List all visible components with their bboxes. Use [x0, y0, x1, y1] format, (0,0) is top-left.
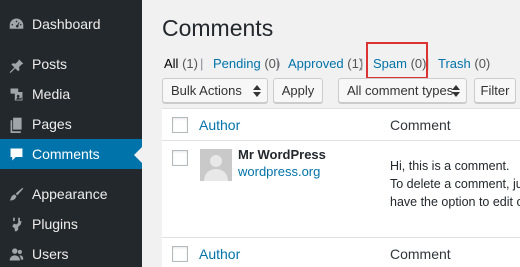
filter-button[interactable]: Filter	[474, 78, 516, 103]
sidebar-item-posts[interactable]: Posts	[0, 49, 142, 79]
default-avatar-icon	[200, 149, 232, 181]
author-column-header[interactable]: Author	[199, 117, 240, 133]
bulk-actions-value: Bulk Actions	[171, 83, 242, 98]
sidebar-item-label: Posts	[32, 56, 68, 72]
sidebar-item-label: Users	[32, 246, 69, 262]
table-row: Mr WordPress wordpress.org Hi, this is a…	[162, 142, 520, 237]
comment-column-header: Comment	[390, 117, 451, 133]
pin-icon	[9, 57, 24, 73]
admin-sidebar: Dashboard Posts Media Pages Comments App…	[0, 0, 142, 267]
filter-all[interactable]: All (1)	[164, 57, 198, 71]
sidebar-item-label: Comments	[32, 146, 100, 162]
sidebar-item-media[interactable]: Media	[0, 79, 142, 109]
filter-pending-label: Pending	[213, 56, 261, 71]
select-arrows-icon	[253, 85, 261, 97]
table-header: Author Comment	[162, 109, 520, 141]
row-checkbox[interactable]	[172, 150, 188, 166]
author-url-link[interactable]: wordpress.org	[238, 164, 320, 179]
comment-bubble-icon	[10, 148, 23, 161]
table-footer: Author Comment	[162, 237, 520, 267]
filter-trash[interactable]: Trash (0)	[438, 57, 490, 71]
sidebar-item-plugins[interactable]: Plugins	[0, 209, 142, 239]
select-all-checkbox-footer[interactable]	[172, 246, 188, 262]
filter-separator: |	[200, 56, 204, 71]
apply-button[interactable]: Apply	[273, 78, 323, 103]
sidebar-item-label: Appearance	[32, 186, 108, 202]
author-column-footer[interactable]: Author	[199, 246, 240, 262]
filter-approved[interactable]: Approved (1)	[288, 57, 363, 71]
sidebar-item-label: Plugins	[32, 216, 78, 232]
media-icon	[10, 88, 23, 101]
sidebar-item-label: Dashboard	[32, 16, 101, 32]
page-title: Comments	[162, 15, 274, 41]
comments-table: Author Comment Mr WordPress wordpress.or…	[162, 108, 520, 267]
sidebar-item-label: Media	[32, 86, 71, 102]
paintbrush-icon	[9, 187, 24, 201]
comment-text: To delete a comment, ju	[390, 177, 520, 191]
sidebar-item-pages[interactable]: Pages	[0, 109, 142, 139]
comment-text: have the option to edit o	[390, 195, 520, 209]
plugin-icon	[12, 217, 22, 232]
filter-separator: |	[276, 56, 280, 71]
filter-all-count: (1)	[182, 56, 198, 71]
filter-pending[interactable]: Pending (0)	[213, 57, 280, 71]
sidebar-item-comments[interactable]: Comments	[0, 139, 142, 169]
comment-column-footer: Comment	[390, 246, 451, 262]
dashboard-icon	[9, 18, 24, 29]
filter-trash-label: Trash	[438, 56, 471, 71]
sidebar-item-appearance[interactable]: Appearance	[0, 179, 142, 209]
author-name: Mr WordPress	[238, 147, 326, 162]
filter-separator: |	[360, 56, 364, 71]
avatar	[200, 149, 232, 181]
select-all-checkbox[interactable]	[172, 117, 188, 133]
comment-text: Hi, this is a comment.	[390, 159, 510, 173]
sidebar-item-dashboard[interactable]: Dashboard	[0, 9, 142, 39]
filter-all-label: All	[164, 56, 179, 71]
filter-trash-count: (0)	[474, 56, 491, 71]
sidebar-item-label: Pages	[32, 116, 72, 132]
comment-types-value: All comment types	[347, 83, 454, 98]
bulk-actions-select[interactable]: Bulk Actions	[162, 78, 268, 103]
select-arrows-icon	[452, 85, 460, 97]
pages-icon	[10, 117, 22, 133]
highlight-box	[366, 42, 428, 79]
users-icon	[9, 248, 24, 261]
sidebar-item-users[interactable]: Users	[0, 239, 142, 267]
comment-types-select[interactable]: All comment types	[338, 78, 467, 103]
filter-approved-label: Approved	[288, 56, 344, 71]
